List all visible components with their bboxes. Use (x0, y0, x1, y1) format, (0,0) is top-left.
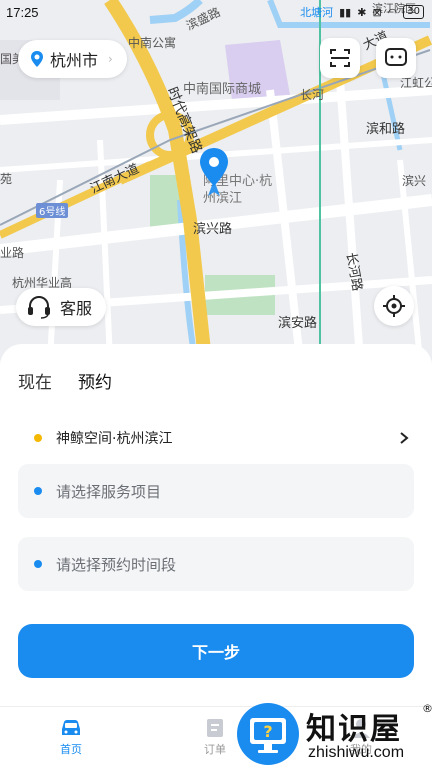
wifi-icon: ◠ (387, 5, 398, 19)
chevron-right-icon (400, 432, 409, 444)
tab-now[interactable]: 现在 (18, 368, 52, 393)
location-dot-icon (34, 434, 42, 442)
map-label: 滨兴 (402, 174, 427, 188)
signal-icon: ▮▮ (339, 5, 352, 19)
svg-text:?: ? (263, 722, 272, 741)
registered-icon: ® (422, 702, 432, 715)
battery-indicator: 30 (403, 5, 424, 19)
city-label: 杭州市 (50, 51, 99, 70)
map-label: 业路 (0, 246, 25, 260)
scan-icon (330, 49, 350, 67)
status-bar: 17:25 北塘河 ▮▮ ✱ ⊠ ◠ 30 (0, 0, 432, 28)
status-map-text: 北塘河 (300, 6, 334, 19)
scan-button[interactable] (320, 38, 360, 78)
nav-home[interactable]: 首页 (36, 717, 106, 757)
location-text: 神鲸空间·杭州滨江 (56, 431, 173, 447)
watermark-title: 知识屋 (306, 712, 402, 747)
headset-icon (28, 295, 50, 319)
map-label: 滨和路 (366, 122, 406, 137)
map-label: 中南国际商城 (183, 82, 262, 97)
crosshair-icon (383, 295, 405, 317)
tab-reserve[interactable]: 预约 (78, 368, 112, 393)
bluetooth-icon: ✱ (357, 5, 367, 19)
service-dot-icon (34, 487, 42, 495)
location-marker-icon (31, 51, 43, 67)
watermark-site: zhishiwu.com (308, 744, 405, 761)
status-time: 17:25 (6, 5, 39, 20)
location-row[interactable]: 神鲸空间·杭州滨江 (18, 426, 414, 450)
locate-me-button[interactable] (374, 286, 414, 326)
service-select[interactable]: 请选择服务项目 (18, 464, 414, 518)
watermark: ? 知识屋 ® zhishiwu.com (236, 700, 432, 768)
time-placeholder: 请选择预约时间段 (56, 555, 177, 574)
customer-service-label: 客服 (60, 299, 93, 318)
chevron-right-icon: › (108, 52, 113, 66)
next-step-button[interactable]: 下一步 (18, 624, 414, 678)
map-label: 6号线 (36, 203, 69, 218)
nav-orders-label: 订单 (204, 743, 226, 756)
sim-icon: ⊠ (372, 5, 382, 19)
message-button[interactable] (376, 38, 416, 78)
time-dot-icon (34, 560, 42, 568)
location-pin-icon (200, 148, 228, 196)
time-select[interactable]: 请选择预约时间段 (18, 537, 414, 591)
customer-service-button[interactable]: 客服 (16, 288, 107, 326)
service-placeholder: 请选择服务项目 (56, 482, 162, 501)
map-label: 滨兴路 (193, 222, 233, 237)
order-icon (207, 719, 223, 737)
map-label: 滨安路 (278, 316, 318, 331)
watermark-logo-icon: ? (237, 703, 299, 765)
map-label: 苑 (0, 172, 13, 186)
city-selector[interactable]: 杭州市 › (18, 40, 127, 78)
chat-icon (385, 48, 407, 66)
map-label: 中南公寓 (128, 36, 177, 50)
booking-tabs: 现在 预约 (18, 368, 112, 393)
nav-home-label: 首页 (60, 743, 82, 756)
car-icon (62, 720, 80, 735)
map-label: 长河 (300, 88, 325, 102)
